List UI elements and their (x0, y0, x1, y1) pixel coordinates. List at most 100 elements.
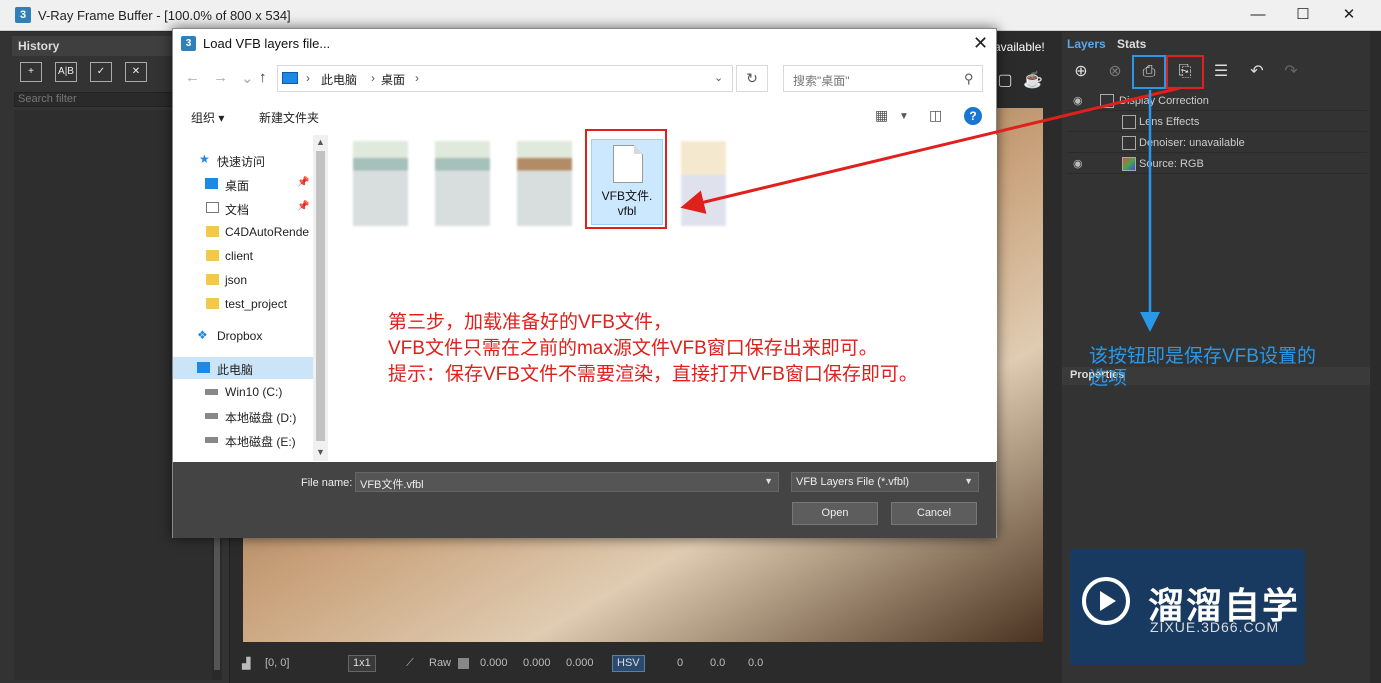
file-name-field[interactable]: VFB文件.vfbl ▼ (355, 472, 779, 492)
layer-row[interactable]: Denoiser: unavailable (1067, 133, 1367, 153)
help-icon[interactable]: ? (964, 107, 982, 125)
tab-stats[interactable]: Stats (1117, 37, 1146, 51)
display-correction-icon (1100, 94, 1114, 108)
undo-icon[interactable]: ↶ (1242, 59, 1272, 85)
visibility-eye-icon[interactable]: ◉ (1073, 157, 1083, 170)
view-grid-icon[interactable]: ▦ (875, 107, 888, 124)
nav-item-folder[interactable]: json (173, 269, 313, 291)
nav-label: C4DAutoRende (225, 225, 310, 239)
scroll-up-icon[interactable]: ▲ (316, 137, 325, 147)
value-r: 0.000 (480, 657, 508, 669)
teapot-render-icon[interactable]: ☕ (1020, 70, 1046, 92)
breadcrumb-item[interactable]: 此电脑 (321, 71, 357, 88)
nav-item-documents[interactable]: 文档 📌 (173, 197, 313, 219)
remove-history-icon[interactable]: ✕ (125, 62, 147, 82)
ab-compare-icon[interactable]: A|B (55, 62, 77, 82)
cancel-button[interactable]: Cancel (891, 502, 977, 525)
pc-icon (282, 72, 298, 84)
layer-label: Lens Effects (1139, 116, 1200, 128)
preview-pane-icon[interactable]: ◫ (929, 107, 942, 124)
dialog-footer: File name: VFB文件.vfbl ▼ VFB Layers File (… (173, 462, 996, 538)
nav-label: json (225, 273, 248, 287)
layer-row[interactable]: ◉ Display Correction (1067, 91, 1367, 111)
search-placeholder: 搜索"桌面" (793, 74, 850, 88)
nav-item-folder[interactable]: C4DAutoRende (173, 221, 313, 243)
close-icon[interactable]: ✕ (1336, 4, 1362, 26)
view-dropdown-icon[interactable]: ▼ (899, 111, 909, 122)
load-history-icon[interactable]: ✓ (90, 62, 112, 82)
save-history-icon[interactable]: + (20, 62, 42, 82)
watermark-url: ZIXUE.3D66.COM (1150, 619, 1280, 635)
folder-icon (206, 250, 219, 261)
search-input[interactable]: 搜索"桌面" ⚲ (783, 65, 983, 92)
nav-item-folder[interactable]: test_project (173, 293, 313, 315)
nav-item-dropbox[interactable]: ❖ Dropbox (173, 325, 313, 347)
tab-layers[interactable]: Layers (1067, 37, 1106, 51)
refresh-icon[interactable]: ↻ (736, 65, 768, 92)
pin-icon[interactable]: 📌 (297, 177, 309, 188)
nav-item-drive[interactable]: 本地磁盘 (D:) (173, 405, 313, 427)
chevron-down-icon[interactable]: ⌄ (714, 71, 723, 84)
file-type-select[interactable]: VFB Layers File (*.vfbl) ▼ (791, 472, 979, 492)
up-arrow-icon[interactable]: ↑ (259, 69, 267, 86)
delete-layer-icon[interactable]: ⊗ (1100, 59, 1130, 85)
forward-arrow-icon[interactable]: → (213, 69, 228, 86)
blurred-thumbnail (681, 141, 726, 226)
minimize-icon[interactable]: — (1245, 4, 1271, 26)
new-folder-button[interactable]: 新建文件夹 (259, 109, 319, 126)
nav-item-drive[interactable]: Win10 (C:) (173, 381, 313, 403)
vray-app-icon: 3 (15, 7, 31, 23)
pick-icon[interactable]: ⟋ (406, 657, 414, 670)
chevron-down-icon[interactable]: ⌄ (241, 69, 254, 87)
dialog-close-icon[interactable]: ✕ (973, 33, 988, 54)
file-item-blurred[interactable] (425, 141, 500, 226)
coords-readout: [0, 0] (265, 657, 290, 669)
layer-label: Denoiser: unavailable (1139, 137, 1245, 149)
zoom-select[interactable]: 1x1 (348, 655, 376, 672)
desktop-icon (205, 178, 218, 189)
organize-button[interactable]: 组织 ▾ (191, 109, 224, 126)
address-bar[interactable]: › 此电脑 › 桌面 › ⌄ (277, 65, 733, 92)
add-layer-icon[interactable]: ⊕ (1066, 59, 1096, 85)
search-icon[interactable]: ⚲ (964, 71, 974, 87)
color-mode-select[interactable]: HSV (612, 655, 645, 672)
nav-item-this-pc[interactable]: 此电脑 (173, 357, 313, 379)
nav-item-quick-access[interactable]: ★ 快速访问 (173, 149, 313, 171)
visibility-eye-icon[interactable]: ◉ (1073, 94, 1083, 107)
value-h: 0 (677, 657, 684, 669)
value-g: 0.000 (523, 657, 551, 669)
pin-icon[interactable]: 📌 (297, 201, 309, 212)
value-b: 0.000 (566, 657, 594, 669)
nav-item-folder[interactable]: client (173, 245, 313, 267)
file-item-blurred[interactable] (507, 141, 582, 226)
blue-instruction-note: 该按钮即是保存VFB设置的选项 (1089, 346, 1316, 389)
layer-row[interactable]: ◉ Source: RGB (1067, 154, 1367, 174)
file-name-label: File name: (301, 477, 353, 489)
folder-icon (206, 274, 219, 285)
nav-item-desktop[interactable]: 桌面 📌 (173, 173, 313, 195)
nav-scrollbar[interactable]: ▲ ▼ (313, 135, 328, 461)
nav-label: 本地磁盘 (E:) (225, 435, 296, 449)
nav-item-drive[interactable]: 本地磁盘 (E:) (173, 429, 313, 451)
file-item-blurred[interactable] (343, 141, 418, 226)
breadcrumb-item[interactable]: 桌面 (381, 71, 405, 88)
chevron-down-icon[interactable]: ▼ (964, 476, 973, 486)
vray-dialog-icon: 3 (181, 36, 196, 51)
layer-row[interactable]: Lens Effects (1067, 112, 1367, 132)
redo-icon[interactable]: ↷ (1276, 59, 1306, 85)
vfb-titlebar: 3 V-Ray Frame Buffer - [100.0% of 800 x … (0, 0, 1381, 31)
note-line: 提示：保存VFB文件不需要渲染，直接打开VFB窗口保存即可。 (388, 364, 918, 385)
nav-label: Dropbox (217, 329, 263, 343)
scroll-down-icon[interactable]: ▼ (316, 447, 325, 457)
open-button[interactable]: Open (792, 502, 878, 525)
scrollbar-thumb[interactable] (316, 151, 325, 441)
chevron-down-icon[interactable]: ▼ (764, 476, 773, 486)
maximize-icon[interactable]: ☐ (1290, 4, 1316, 26)
back-arrow-icon[interactable]: ← (185, 69, 200, 86)
value-v: 0.0 (748, 657, 764, 669)
file-item-blurred[interactable] (671, 141, 746, 226)
status-text: available! (994, 40, 1045, 54)
play-logo-icon (1082, 577, 1130, 625)
layer-list-icon[interactable]: ☰ (1206, 59, 1236, 85)
document-icon (206, 202, 219, 213)
